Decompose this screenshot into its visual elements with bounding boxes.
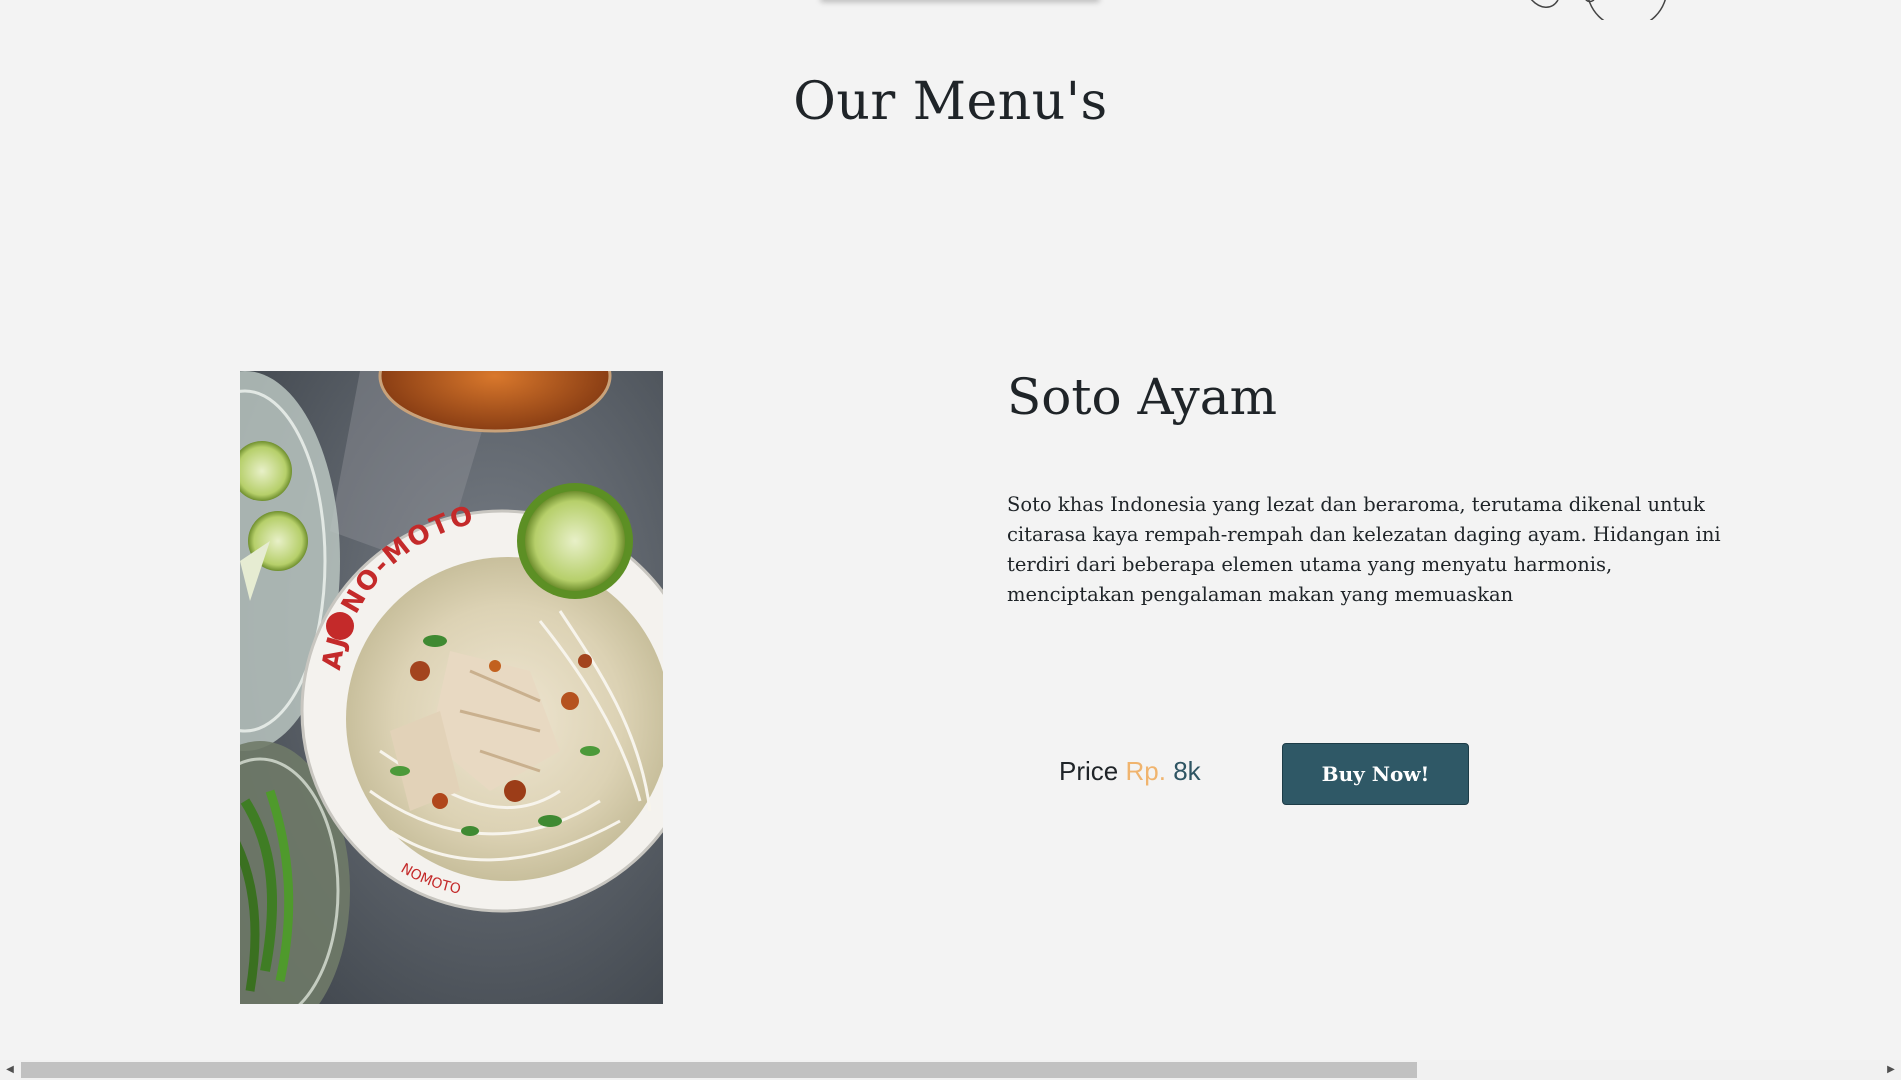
- menu-item-name: Soto Ayam: [1007, 368, 1277, 426]
- price-display: Price Rp. 8k: [1059, 756, 1201, 787]
- price-currency: Rp.: [1125, 756, 1166, 786]
- soto-ayam-photo: AJI-NO-MOTO NOMOTO: [240, 371, 663, 1004]
- scroll-left-arrow-icon[interactable]: ◀: [0, 1060, 20, 1080]
- page: Our Menu's AJ NO-MOTO NOMOTO Soto Ayam S…: [0, 0, 1901, 1080]
- horizontal-scrollbar[interactable]: ◀ ▶: [0, 1060, 1901, 1080]
- price-amount: 8k: [1173, 756, 1201, 786]
- scroll-right-arrow-icon[interactable]: ▶: [1881, 1060, 1901, 1080]
- buy-now-button[interactable]: Buy Now!: [1282, 743, 1469, 805]
- menu-item-description: Soto khas Indonesia yang lezat dan berar…: [1007, 493, 1721, 606]
- scrollbar-thumb[interactable]: [21, 1062, 1417, 1078]
- price-label: Price: [1059, 756, 1119, 786]
- menu-item-card: AJI-NO-MOTO NOMOTO: [0, 0, 1901, 1060]
